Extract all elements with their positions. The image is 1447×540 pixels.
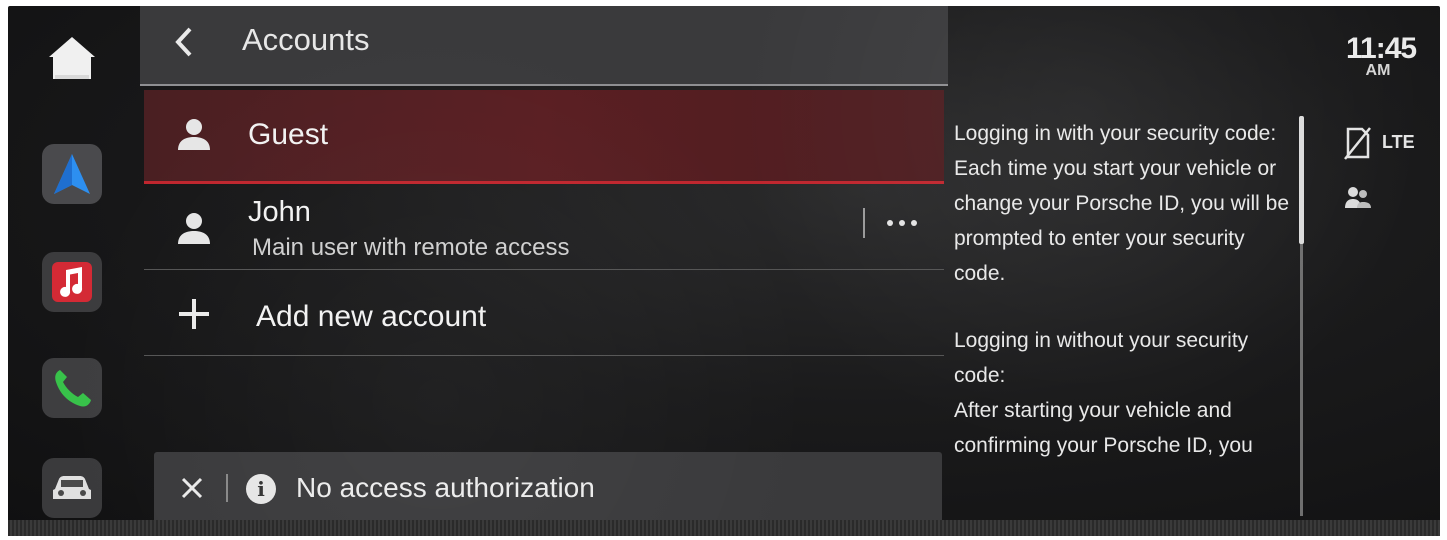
navigation-icon	[54, 154, 90, 194]
network-type: LTE	[1382, 132, 1415, 152]
add-account-label: Add new account	[256, 300, 487, 333]
clock-time: 11:45	[1346, 32, 1417, 65]
info-paragraph: Logging in with your security code: Each…	[954, 122, 1290, 285]
add-account-row[interactable]: Add new account	[144, 270, 944, 356]
plus-icon	[172, 292, 216, 336]
account-description: Main user with remote access	[252, 234, 570, 261]
info-icon: i	[246, 474, 276, 504]
more-options-button[interactable]	[877, 206, 927, 240]
phone-button[interactable]	[42, 358, 102, 418]
infotainment-screen: Accounts Guest John Main user with remot…	[8, 6, 1440, 532]
person-icon	[172, 112, 216, 156]
account-name: John	[248, 196, 311, 228]
chevron-left-icon	[175, 27, 192, 57]
home-button[interactable]	[42, 28, 102, 88]
account-row-guest[interactable]: Guest	[144, 90, 944, 184]
music-icon	[52, 262, 92, 302]
accounts-panel: Accounts Guest John Main user with remot…	[140, 6, 948, 532]
clock: 11:45 AM	[1346, 32, 1417, 80]
divider	[226, 474, 228, 502]
info-text-area: Logging in with your security code: Each…	[954, 116, 1298, 516]
account-name: Guest	[248, 118, 329, 151]
navigation-button[interactable]	[42, 144, 102, 204]
phone-icon	[55, 370, 91, 407]
page-title: Accounts	[242, 22, 370, 57]
music-button[interactable]	[42, 252, 102, 312]
app-dock	[8, 6, 136, 532]
more-icon-dot	[911, 220, 917, 226]
users-icon	[1345, 187, 1371, 208]
home-icon	[49, 37, 95, 79]
more-icon-dot	[887, 220, 893, 226]
account-row-john[interactable]: John Main user with remote access	[144, 186, 944, 270]
divider	[863, 208, 865, 238]
back-button[interactable]	[164, 16, 204, 68]
person-icon	[172, 206, 216, 250]
close-icon	[181, 477, 203, 499]
car-button[interactable]	[42, 458, 102, 518]
scrollbar-thumb[interactable]	[1299, 116, 1304, 244]
header-bar: Accounts	[140, 6, 948, 86]
more-icon-dot	[899, 220, 905, 226]
car-icon	[53, 476, 91, 499]
info-paragraph: Logging in without your security code: A…	[954, 329, 1253, 457]
no-sim-icon	[1344, 127, 1371, 160]
notification-bar: i No access authorization	[154, 452, 942, 524]
dismiss-button[interactable]	[174, 470, 210, 506]
screen-bezel	[8, 520, 1440, 536]
notification-text: No access authorization	[296, 472, 595, 503]
